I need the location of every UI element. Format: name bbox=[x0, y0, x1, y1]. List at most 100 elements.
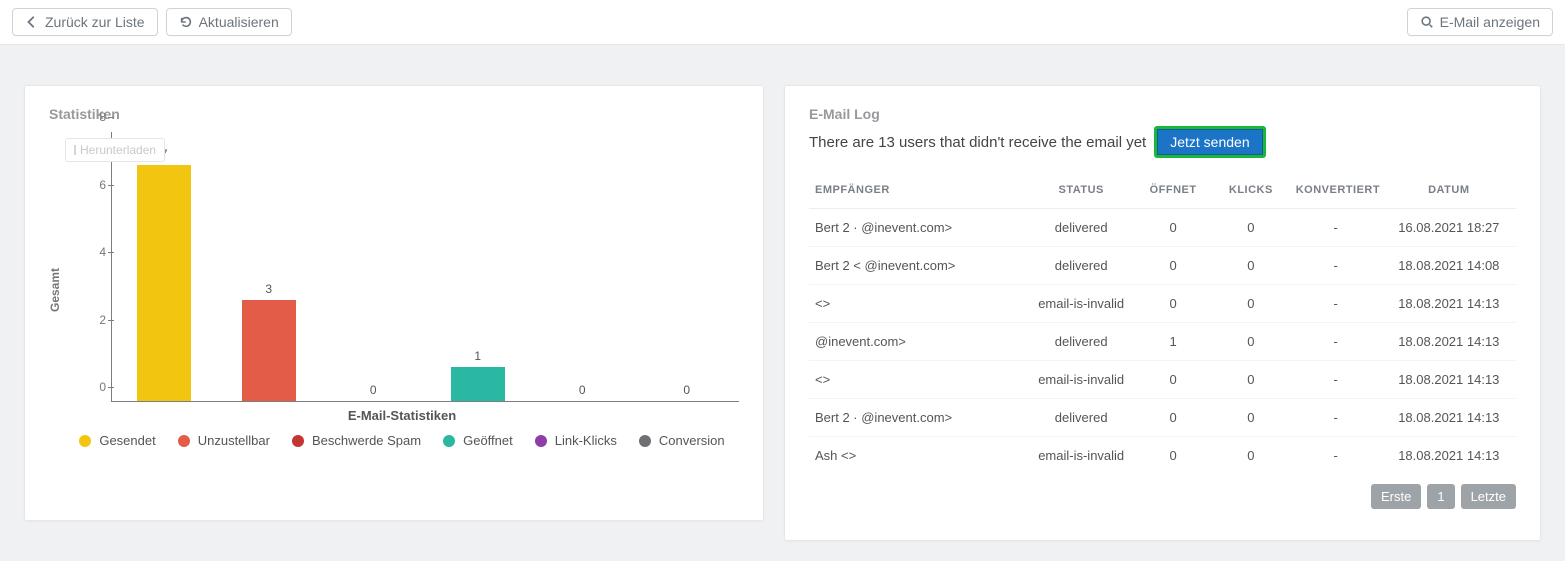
back-button[interactable]: Zurück zur Liste bbox=[12, 8, 158, 36]
bar-value-label: 0 bbox=[321, 383, 426, 397]
table-row[interactable]: <>email-is-invalid00-18.08.2021 14:13 bbox=[809, 361, 1516, 399]
bar-rect bbox=[451, 367, 505, 401]
cell-converts: - bbox=[1290, 437, 1382, 475]
legend-item-conversion[interactable]: Conversion bbox=[639, 433, 725, 448]
download-label: Herunterladen bbox=[80, 143, 156, 157]
email-log-table: EMPFÄNGER STATUS ÖFFNET KLICKS KONVERTIE… bbox=[809, 172, 1516, 474]
cell-date: 18.08.2021 14:13 bbox=[1382, 285, 1516, 323]
y-tick: 0 bbox=[78, 380, 106, 394]
cell-status: email-is-invalid bbox=[1028, 361, 1134, 399]
cell-opens: 0 bbox=[1134, 209, 1212, 247]
legend-item-gesendet[interactable]: Gesendet bbox=[79, 433, 155, 448]
table-header-row: EMPFÄNGER STATUS ÖFFNET KLICKS KONVERTIE… bbox=[809, 172, 1516, 209]
download-icon bbox=[74, 145, 76, 155]
cell-opens: 0 bbox=[1134, 399, 1212, 437]
cell-converts: - bbox=[1290, 209, 1382, 247]
col-clicks[interactable]: KLICKS bbox=[1212, 172, 1290, 209]
log-header: E-Mail Log There are 13 users that didn'… bbox=[809, 106, 1516, 158]
cell-date: 16.08.2021 18:27 bbox=[1382, 209, 1516, 247]
table-row[interactable]: Ash <>email-is-invalid00-18.08.2021 14:1… bbox=[809, 437, 1516, 475]
col-date[interactable]: DATUM bbox=[1382, 172, 1516, 209]
col-converts[interactable]: KONVERTIERT bbox=[1290, 172, 1382, 209]
pager-page-1-button[interactable]: 1 bbox=[1427, 484, 1454, 509]
table-row[interactable]: <>email-is-invalid00-18.08.2021 14:13 bbox=[809, 285, 1516, 323]
table-row[interactable]: Bert 2 · @inevent.com>delivered00-18.08.… bbox=[809, 399, 1516, 437]
chart-plot: 730100 02468 bbox=[111, 132, 739, 402]
search-icon bbox=[1420, 15, 1434, 29]
legend-item-link-klicks[interactable]: Link-Klicks bbox=[535, 433, 617, 448]
y-tick: 2 bbox=[78, 313, 106, 327]
cell-opens: 0 bbox=[1134, 247, 1212, 285]
bar-link-klicks: 0 bbox=[530, 132, 635, 401]
view-email-label: E-Mail anzeigen bbox=[1440, 14, 1540, 30]
send-now-button[interactable]: Jetzt senden bbox=[1157, 129, 1262, 155]
legend-label: Beschwerde Spam bbox=[312, 433, 421, 448]
table-row[interactable]: Bert 2 < @inevent.com>delivered00-18.08.… bbox=[809, 247, 1516, 285]
bar-rect bbox=[242, 300, 296, 401]
cell-clicks: 0 bbox=[1212, 437, 1290, 475]
bar-value-label: 3 bbox=[217, 282, 322, 296]
cell-clicks: 0 bbox=[1212, 285, 1290, 323]
cell-clicks: 0 bbox=[1212, 247, 1290, 285]
pager-first-button[interactable]: Erste bbox=[1371, 484, 1421, 509]
legend-item-unzustellbar[interactable]: Unzustellbar bbox=[178, 433, 270, 448]
col-opens[interactable]: ÖFFNET bbox=[1134, 172, 1212, 209]
legend-label: Conversion bbox=[659, 433, 725, 448]
bar-value-label: 1 bbox=[426, 349, 531, 363]
x-axis-title: E-Mail-Statistiken bbox=[65, 408, 739, 423]
cell-date: 18.08.2021 14:08 bbox=[1382, 247, 1516, 285]
bar-unzustellbar: 3 bbox=[217, 132, 322, 401]
bar-beschwerde-spam: 0 bbox=[321, 132, 426, 401]
log-title: E-Mail Log bbox=[809, 106, 1516, 122]
y-axis-label: Gesamt bbox=[48, 268, 62, 312]
bar-conversion: 0 bbox=[635, 132, 740, 401]
topbar-left: Zurück zur Liste Aktualisieren bbox=[12, 8, 292, 36]
cell-clicks: 0 bbox=[1212, 399, 1290, 437]
refresh-icon bbox=[179, 15, 193, 29]
log-subheader: There are 13 users that didn't receive t… bbox=[809, 126, 1516, 158]
legend-label: Link-Klicks bbox=[555, 433, 617, 448]
cell-status: delivered bbox=[1028, 399, 1134, 437]
cell-converts: - bbox=[1290, 399, 1382, 437]
stats-card: Statistiken Herunterladen Gesamt 730100 … bbox=[24, 85, 764, 521]
legend-dot bbox=[443, 435, 455, 447]
chevron-left-icon bbox=[25, 15, 39, 29]
bar-value-label: 0 bbox=[635, 383, 740, 397]
table-row[interactable]: @inevent.com>delivered10-18.08.2021 14:1… bbox=[809, 323, 1516, 361]
view-email-button[interactable]: E-Mail anzeigen bbox=[1407, 8, 1553, 36]
bar-value-label: 0 bbox=[530, 383, 635, 397]
y-tick: 6 bbox=[78, 178, 106, 192]
cell-opens: 0 bbox=[1134, 361, 1212, 399]
cell-status: delivered bbox=[1028, 247, 1134, 285]
download-button[interactable]: Herunterladen bbox=[65, 138, 165, 162]
cell-converts: - bbox=[1290, 323, 1382, 361]
cell-recipient: Bert 2 · @inevent.com> bbox=[809, 209, 1028, 247]
cell-opens: 1 bbox=[1134, 323, 1212, 361]
cell-opens: 0 bbox=[1134, 437, 1212, 475]
legend-item-beschwerde-spam[interactable]: Beschwerde Spam bbox=[292, 433, 421, 448]
bar-geöffnet: 1 bbox=[426, 132, 531, 401]
legend-item-geöffnet[interactable]: Geöffnet bbox=[443, 433, 513, 448]
cell-date: 18.08.2021 14:13 bbox=[1382, 437, 1516, 475]
content: Statistiken Herunterladen Gesamt 730100 … bbox=[0, 45, 1565, 561]
chart-legend: Gesendet Unzustellbar Beschwerde Spam Geöff… bbox=[65, 433, 739, 448]
refresh-button[interactable]: Aktualisieren bbox=[166, 8, 292, 36]
legend-label: Unzustellbar bbox=[198, 433, 270, 448]
cell-recipient: Bert 2 < @inevent.com> bbox=[809, 247, 1028, 285]
pager-last-button[interactable]: Letzte bbox=[1461, 484, 1516, 509]
legend-label: Gesendet bbox=[99, 433, 155, 448]
bar-rect bbox=[137, 165, 191, 401]
col-recipient[interactable]: EMPFÄNGER bbox=[809, 172, 1028, 209]
cell-status: email-is-invalid bbox=[1028, 285, 1134, 323]
email-log-card: E-Mail Log There are 13 users that didn'… bbox=[784, 85, 1541, 541]
cell-recipient: <> bbox=[809, 361, 1028, 399]
legend-dot bbox=[178, 435, 190, 447]
cell-date: 18.08.2021 14:13 bbox=[1382, 399, 1516, 437]
pager: Erste 1 Letzte bbox=[809, 484, 1516, 509]
legend-label: Geöffnet bbox=[463, 433, 513, 448]
col-status[interactable]: STATUS bbox=[1028, 172, 1134, 209]
back-label: Zurück zur Liste bbox=[45, 14, 145, 30]
table-row[interactable]: Bert 2 · @inevent.com>delivered00-16.08.… bbox=[809, 209, 1516, 247]
cell-clicks: 0 bbox=[1212, 361, 1290, 399]
cell-converts: - bbox=[1290, 361, 1382, 399]
